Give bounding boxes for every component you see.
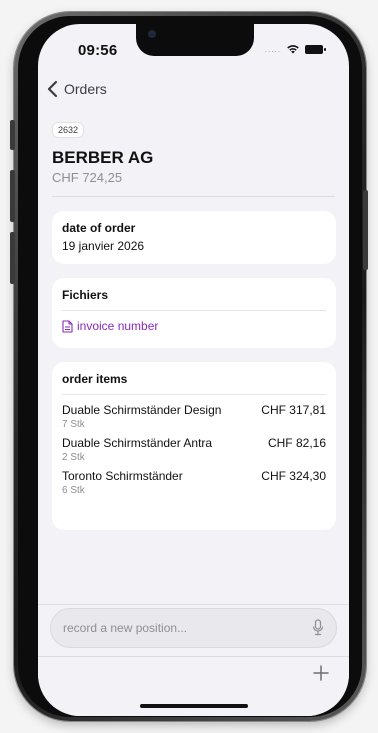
status-time: 09:56	[78, 42, 118, 59]
item-quantity: 6 Stk	[62, 485, 85, 496]
record-position-input[interactable]	[50, 608, 337, 648]
invoice-file-link[interactable]: invoice number	[62, 319, 326, 333]
battery-icon	[305, 44, 326, 54]
list-item[interactable]: Toronto Schirmständer 6 Stk CHF 324,30	[62, 469, 326, 496]
item-price: CHF 82,16	[267, 436, 326, 450]
header-divider	[52, 196, 335, 197]
mute-switch	[10, 120, 15, 150]
item-name: Duable Schirmständer Antra	[62, 436, 213, 450]
files-card-title: Fichiers	[62, 288, 109, 302]
back-label: Orders	[64, 81, 107, 97]
invoice-file-label: invoice number	[77, 319, 159, 333]
items-card-divider	[62, 394, 326, 395]
item-name: Toronto Schirmständer	[62, 469, 183, 483]
status-indicators: .....	[264, 44, 326, 54]
item-quantity: 2 Stk	[62, 452, 85, 463]
files-card: Fichiers invoice number	[52, 278, 336, 348]
document-icon	[62, 319, 73, 333]
list-item[interactable]: Duable Schirmständer Antra 2 Stk CHF 82,…	[62, 436, 326, 463]
order-total: CHF 724,25	[52, 170, 123, 185]
add-button[interactable]	[308, 660, 334, 686]
back-button[interactable]: Orders	[46, 80, 107, 98]
power-button	[363, 190, 368, 270]
wifi-icon	[287, 45, 299, 54]
microphone-icon[interactable]	[312, 619, 324, 636]
volume-down-button	[10, 232, 15, 284]
order-date: 19 janvier 2026	[62, 239, 145, 253]
date-card-title: date of order	[62, 221, 136, 235]
notch	[136, 24, 254, 56]
item-name: Duable Schirmständer Design	[62, 403, 222, 417]
front-camera	[148, 30, 156, 38]
items-card-title: order items	[62, 372, 128, 386]
files-card-divider	[62, 310, 326, 311]
list-item[interactable]: Duable Schirmständer Design 7 Stk CHF 31…	[62, 403, 326, 430]
volume-up-button	[10, 170, 15, 222]
item-price: CHF 317,81	[261, 403, 326, 417]
toolbar-divider	[38, 656, 349, 657]
signal-icon: .....	[264, 44, 281, 54]
chevron-left-icon	[47, 80, 58, 98]
item-price: CHF 324,30	[261, 469, 326, 483]
customer-name: BERBER AG	[52, 148, 154, 167]
order-number-badge: 2632	[52, 122, 85, 138]
plus-icon	[313, 665, 329, 681]
status-bar: 09:56 .....	[38, 24, 349, 74]
order-items-card: order items Duable Schirmständer Design …	[52, 362, 336, 530]
date-card: date of order 19 janvier 2026	[52, 211, 336, 264]
home-indicator	[140, 704, 248, 708]
screen: 09:56 ..... Orders 2632 BERBER AG CHF 72…	[38, 24, 349, 716]
item-quantity: 7 Stk	[62, 419, 85, 430]
page: 09:56 ..... Orders 2632 BERBER AG CHF 72…	[0, 0, 378, 733]
